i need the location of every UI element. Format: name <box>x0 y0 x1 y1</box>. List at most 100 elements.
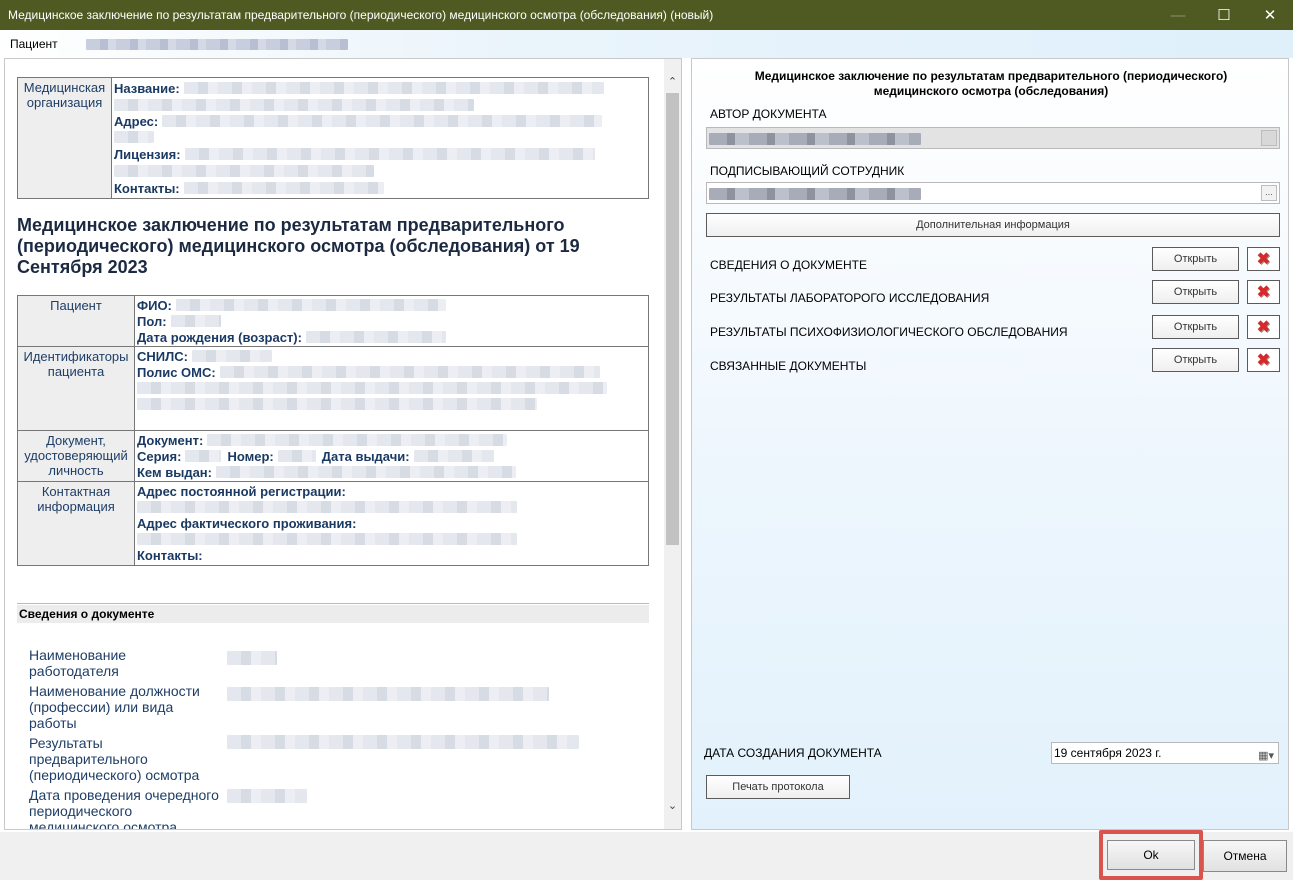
oms-redacted-3 <box>137 398 537 410</box>
ok-button[interactable]: Ok <box>1107 840 1195 870</box>
org-license-redacted-2 <box>114 165 374 177</box>
org-header: Медицинская организация <box>17 77 112 199</box>
scroll-down-icon[interactable]: ⌄ <box>664 797 681 814</box>
position-redacted <box>227 687 549 701</box>
section-label-psycho-results: РЕЗУЛЬТАТЫ ПСИХОФИЗИОЛОГИЧЕСКОГО ОБСЛЕДО… <box>710 325 1068 339</box>
creation-date-picker[interactable]: 19 сентября 2023 г. ▦▾ <box>1051 742 1279 764</box>
delete-icon: ✖ <box>1256 284 1271 301</box>
oms-redacted <box>219 366 600 378</box>
number-label: Номер: <box>227 448 274 464</box>
dob-label: Дата рождения (возраст): <box>137 329 302 345</box>
delete-psycho-results-button[interactable]: ✖ <box>1247 315 1280 339</box>
patient-values: ФИО: Пол: Дата рождения (возраст): <box>134 295 649 347</box>
delete-related-docs-button[interactable]: ✖ <box>1247 348 1280 372</box>
iddoc-header: Документ, удостоверяющий личность <box>17 430 135 482</box>
patient-name-redacted <box>86 38 348 50</box>
section-divider <box>17 603 649 604</box>
section-label-lab-results: РЕЗУЛЬТАТЫ ЛАБОРАТОРОГО ИССЛЕДОВАНИЯ <box>710 291 990 305</box>
signer-field[interactable]: ... <box>706 182 1280 204</box>
open-doc-info-button[interactable]: Открыть <box>1152 247 1239 271</box>
org-address-label: Адрес: <box>114 113 159 129</box>
iddoc-redacted <box>207 434 508 446</box>
properties-panel: Медицинское заключение по результатам пр… <box>691 58 1289 830</box>
patient-header-text: Пациент <box>50 298 102 313</box>
snils-label: СНИЛС: <box>137 348 188 364</box>
org-contacts-redacted <box>183 182 384 194</box>
author-field: . <box>706 127 1280 149</box>
section-label-doc-info: СВЕДЕНИЯ О ДОКУМЕНТЕ <box>710 258 867 272</box>
next-exam-date-redacted <box>227 789 307 803</box>
scroll-thumb[interactable] <box>666 93 679 545</box>
patient-table: Пациент ФИО: Пол: Дата рождения (возраст… <box>17 295 649 566</box>
open-psycho-results-button[interactable]: Открыть <box>1152 315 1239 339</box>
perm-address-label: Адрес постоянной регистрации: <box>137 483 346 499</box>
section-label-related-docs: СВЯЗАННЫЕ ДОКУМЕНТЫ <box>710 359 867 373</box>
fact-address-label: Адрес фактического проживания: <box>137 515 357 531</box>
print-protocol-button[interactable]: Печать протокола <box>706 775 850 799</box>
patient-label: Пациент <box>10 37 58 51</box>
org-license-redacted <box>184 148 595 160</box>
dob-redacted <box>305 331 446 343</box>
iddoc-header-text: Документ, удостоверяющий личность <box>24 433 128 478</box>
series-label: Серия: <box>137 448 182 464</box>
snils-redacted <box>191 350 272 362</box>
delete-lab-results-button[interactable]: ✖ <box>1247 280 1280 304</box>
delete-icon: ✖ <box>1256 352 1271 369</box>
minimize-button[interactable]: — <box>1155 0 1201 30</box>
cancel-button[interactable]: Отмена <box>1203 840 1287 872</box>
close-button[interactable]: ✕ <box>1247 0 1293 30</box>
signer-label: ПОДПИСЫВАЮЩИЙ СОТРУДНИК <box>710 164 905 178</box>
signer-ellipsis-icon[interactable]: ... <box>1261 185 1277 201</box>
scroll-up-icon[interactable]: ⌃ <box>664 73 681 90</box>
iddoc-values: Документ: Серия: Номер: Дата выдачи: Кем в… <box>134 430 649 482</box>
org-contacts-label: Контакты: <box>114 180 180 196</box>
document-scrollbar[interactable]: ⌃ ⌄ <box>664 59 681 829</box>
iddoc-label: Документ: <box>137 432 204 448</box>
field-position: Наименование должности (профессии) или в… <box>29 683 200 731</box>
author-ellipsis-icon: . <box>1261 130 1277 146</box>
org-header-text: Медицинская организация <box>23 80 106 110</box>
ids-header: Идентификаторы пациента <box>17 346 135 431</box>
patient-header: Пациент <box>17 295 135 347</box>
panel-title: Медицинское заключение по результатам пр… <box>692 69 1290 99</box>
org-address-redacted <box>162 115 603 127</box>
perm-address-redacted <box>137 501 517 513</box>
issued-by-redacted <box>215 466 516 478</box>
delete-icon: ✖ <box>1256 319 1271 336</box>
open-related-docs-button[interactable]: Открыть <box>1152 348 1239 372</box>
author-label: АВТОР ДОКУМЕНТА <box>710 107 827 121</box>
ids-header-text: Идентификаторы пациента <box>23 349 129 379</box>
fio-redacted <box>175 299 446 311</box>
creation-date-value: 19 сентября 2023 г. <box>1054 746 1162 760</box>
calendar-dropdown-icon[interactable]: ▦▾ <box>1258 746 1274 766</box>
org-name-redacted-2 <box>114 99 474 111</box>
contacts-label: Контакты: <box>137 547 203 563</box>
number-redacted <box>277 450 316 462</box>
organization-table: Медицинская организация Название: Адрес:… <box>17 77 649 199</box>
issue-date-label: Дата выдачи: <box>321 448 410 464</box>
delete-doc-info-button[interactable]: ✖ <box>1247 247 1280 271</box>
issued-by-label: Кем выдан: <box>137 464 212 480</box>
oms-redacted-2 <box>137 382 607 394</box>
open-lab-results-button[interactable]: Открыть <box>1152 280 1239 304</box>
employer-redacted <box>227 651 277 665</box>
field-employer: Наименование работодателя <box>29 647 127 679</box>
delete-icon: ✖ <box>1256 251 1271 268</box>
exam-results-redacted <box>227 735 579 749</box>
section-header: Сведения о документе <box>17 605 649 623</box>
sex-redacted <box>170 315 221 327</box>
document-content: Медицинская организация Название: Адрес:… <box>5 59 665 829</box>
series-redacted <box>185 450 222 462</box>
patient-strip: Пациент <box>0 30 1293 58</box>
maximize-button[interactable]: ☐ <box>1201 0 1247 30</box>
org-name-label: Название: <box>114 80 180 96</box>
contact-header-text: Контактная информация <box>37 484 115 514</box>
fact-address-redacted <box>137 533 517 545</box>
additional-info-button[interactable]: Дополнительная информация <box>706 213 1280 237</box>
document-preview[interactable]: Медицинская организация Название: Адрес:… <box>4 58 682 830</box>
panel-title-text: Медицинское заключение по результатам пр… <box>754 69 1228 98</box>
org-address-redacted-2 <box>114 131 154 143</box>
window-title: Медицинское заключение по результатам пр… <box>8 8 714 22</box>
document-title: Медицинское заключение по результатам пр… <box>17 215 580 277</box>
sex-label: Пол: <box>137 313 167 329</box>
